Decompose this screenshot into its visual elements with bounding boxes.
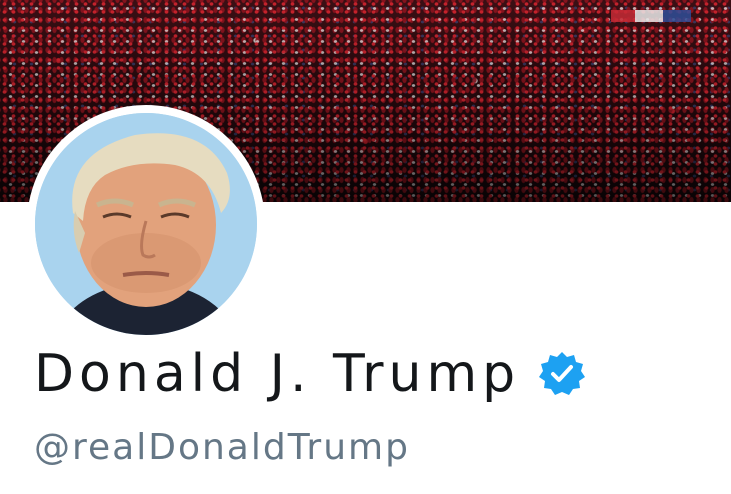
name-row: Donald J. Trump [34, 348, 586, 400]
display-name: Donald J. Trump [34, 344, 521, 404]
avatar[interactable] [27, 105, 265, 343]
portrait-illustration [35, 113, 257, 335]
verified-badge-icon [538, 350, 586, 398]
profile-header: Donald J. Trump @realDonaldTrump [0, 0, 731, 494]
user-handle[interactable]: @realDonaldTrump [34, 430, 410, 466]
avatar-photo [35, 113, 257, 335]
